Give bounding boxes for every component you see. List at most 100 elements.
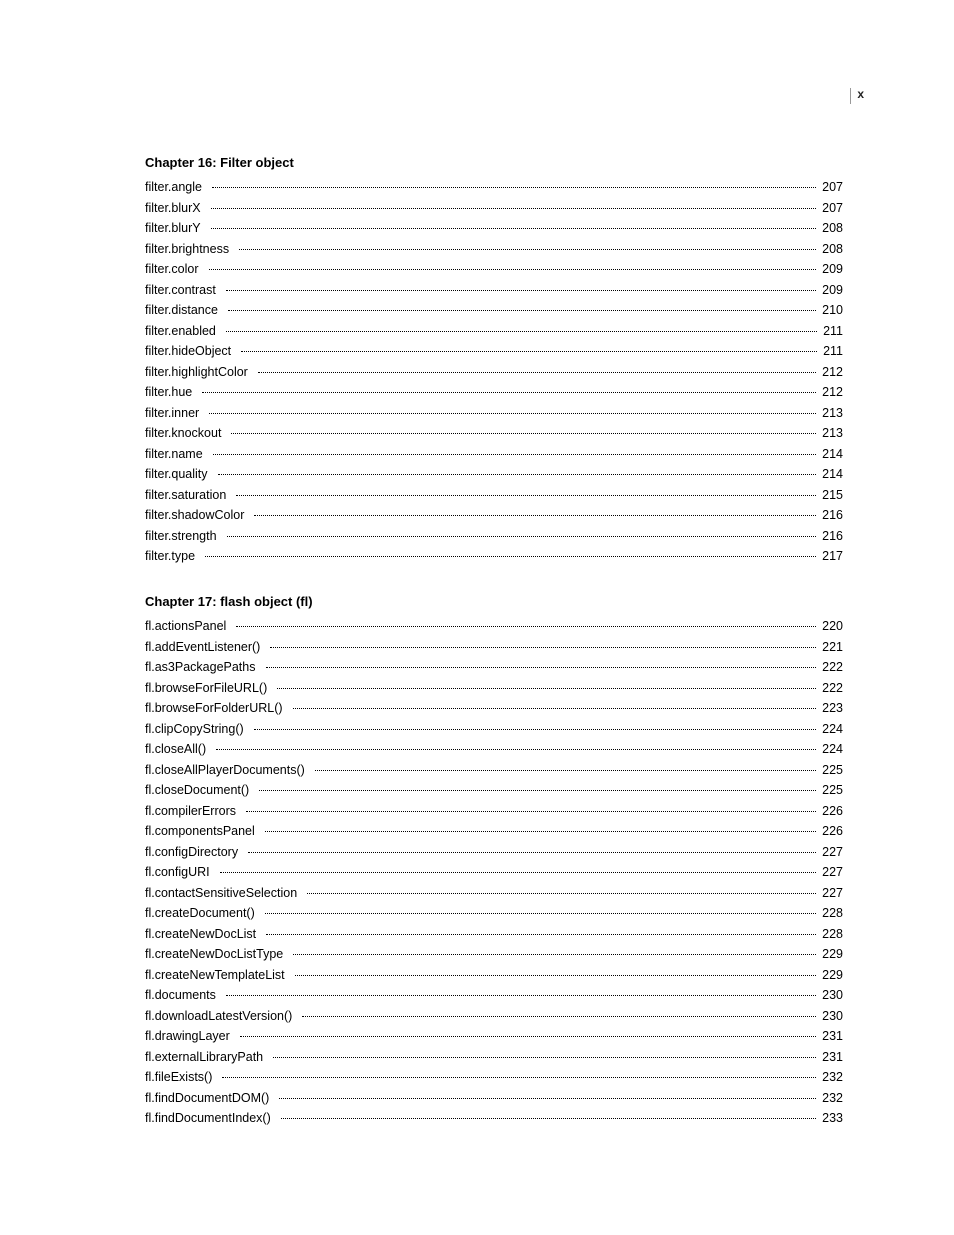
toc-entry-page: 229 xyxy=(818,947,843,962)
toc-entry[interactable]: filter.enabled211 xyxy=(145,324,843,339)
toc-entry[interactable]: fl.fileExists()232 xyxy=(145,1070,843,1085)
toc-entry-label: filter.angle xyxy=(145,180,210,195)
toc-entry[interactable]: fl.browseForFileURL() 222 xyxy=(145,681,843,696)
toc-entry-page: 227 xyxy=(818,845,843,860)
toc-entry-label: filter.name xyxy=(145,447,211,462)
toc-entry[interactable]: filter.quality214 xyxy=(145,467,843,482)
toc-entry-label: fl.closeAllPlayerDocuments() xyxy=(145,763,313,778)
toc-entry-page: 211 xyxy=(819,324,843,339)
toc-leader-dots xyxy=(259,790,816,791)
toc-entry[interactable]: filter.blurY208 xyxy=(145,221,843,236)
toc-entry[interactable]: filter.saturation215 xyxy=(145,488,843,503)
toc-entry[interactable]: fl.createNewTemplateList 229 xyxy=(145,968,843,983)
toc-entry-label: filter.color xyxy=(145,262,207,277)
toc-entry[interactable]: filter.contrast209 xyxy=(145,283,843,298)
toc-entry[interactable]: filter.knockout213 xyxy=(145,426,843,441)
toc-entry-page: 229 xyxy=(818,968,843,983)
toc-entry[interactable]: fl.componentsPanel226 xyxy=(145,824,843,839)
toc-leader-dots xyxy=(254,729,817,730)
toc-entry-label: fl.externalLibraryPath xyxy=(145,1050,271,1065)
toc-entry[interactable]: fl.as3PackagePaths222 xyxy=(145,660,843,675)
toc-leader-dots xyxy=(228,310,816,311)
toc-leader-dots xyxy=(265,831,816,832)
toc-entry[interactable]: fl.downloadLatestVersion()230 xyxy=(145,1009,843,1024)
toc-content: Chapter 16: Filter objectfilter.angle207… xyxy=(145,155,843,1156)
toc-entry-page: 228 xyxy=(818,906,843,921)
toc-entry[interactable]: filter.strength216 xyxy=(145,529,843,544)
toc-entry[interactable]: fl.drawingLayer231 xyxy=(145,1029,843,1044)
toc-entry[interactable]: fl.addEventListener()221 xyxy=(145,640,843,655)
toc-entry[interactable]: fl.createNewDocListType229 xyxy=(145,947,843,962)
toc-entry[interactable]: filter.hue212 xyxy=(145,385,843,400)
toc-leader-dots xyxy=(295,975,816,976)
toc-entry[interactable]: filter.shadowColor216 xyxy=(145,508,843,523)
toc-entry-page: 213 xyxy=(818,406,843,421)
toc-entry[interactable]: fl.findDocumentDOM()232 xyxy=(145,1091,843,1106)
toc-entry[interactable]: filter.blurX207 xyxy=(145,201,843,216)
toc-leader-dots xyxy=(211,228,817,229)
toc-entry[interactable]: fl.actionsPanel220 xyxy=(145,619,843,634)
toc-entry-label: filter.brightness xyxy=(145,242,237,257)
toc-leader-dots xyxy=(211,208,817,209)
toc-leader-dots xyxy=(227,536,817,537)
toc-entry-label: fl.createNewTemplateList xyxy=(145,968,293,983)
toc-entry[interactable]: fl.configURI227 xyxy=(145,865,843,880)
toc-entry[interactable]: filter.color209 xyxy=(145,262,843,277)
toc-leader-dots xyxy=(302,1016,816,1017)
toc-leader-dots xyxy=(265,913,816,914)
toc-entry[interactable]: fl.contactSensitiveSelection227 xyxy=(145,886,843,901)
toc-entry-label: filter.distance xyxy=(145,303,226,318)
toc-entry[interactable]: fl.clipCopyString()224 xyxy=(145,722,843,737)
toc-entry-label: fl.createDocument() xyxy=(145,906,263,921)
toc-leader-dots xyxy=(246,811,816,812)
toc-entry-page: 231 xyxy=(818,1050,843,1065)
toc-leader-dots xyxy=(293,954,816,955)
toc-entry-label: fl.compilerErrors xyxy=(145,804,244,819)
toc-leader-dots xyxy=(213,454,816,455)
toc-entry-page: 225 xyxy=(818,763,843,778)
toc-entry[interactable]: fl.browseForFolderURL()223 xyxy=(145,701,843,716)
toc-entry[interactable]: fl.createDocument() 228 xyxy=(145,906,843,921)
toc-entry[interactable]: filter.hideObject211 xyxy=(145,344,843,359)
chapter-block: Chapter 17: flash object (fl)fl.actionsP… xyxy=(145,594,843,1126)
toc-entry-label: fl.drawingLayer xyxy=(145,1029,238,1044)
toc-leader-dots xyxy=(315,770,816,771)
toc-entry-page: 210 xyxy=(818,303,843,318)
toc-entry[interactable]: filter.angle207 xyxy=(145,180,843,195)
toc-leader-dots xyxy=(239,249,816,250)
toc-entry-page: 222 xyxy=(818,681,843,696)
toc-entry-page: 224 xyxy=(818,722,843,737)
toc-entry-label: fl.browseForFileURL() xyxy=(145,681,275,696)
toc-leader-dots xyxy=(236,626,816,627)
toc-leader-dots xyxy=(279,1098,816,1099)
toc-entry[interactable]: fl.compilerErrors226 xyxy=(145,804,843,819)
toc-entry-page: 215 xyxy=(818,488,843,503)
toc-entry[interactable]: fl.documents230 xyxy=(145,988,843,1003)
toc-entry[interactable]: filter.inner213 xyxy=(145,406,843,421)
toc-leader-dots xyxy=(248,852,816,853)
toc-entry-page: 230 xyxy=(818,1009,843,1024)
toc-entry[interactable]: fl.closeAll()224 xyxy=(145,742,843,757)
toc-entry[interactable]: filter.brightness208 xyxy=(145,242,843,257)
toc-entry-label: fl.contactSensitiveSelection xyxy=(145,886,305,901)
toc-entry[interactable]: fl.createNewDocList228 xyxy=(145,927,843,942)
toc-entry-page: 227 xyxy=(818,865,843,880)
toc-entry[interactable]: fl.findDocumentIndex()233 xyxy=(145,1111,843,1126)
toc-entry-label: filter.hue xyxy=(145,385,200,400)
toc-entry[interactable]: filter.highlightColor212 xyxy=(145,365,843,380)
toc-entry[interactable]: filter.distance 210 xyxy=(145,303,843,318)
toc-entry[interactable]: fl.externalLibraryPath 231 xyxy=(145,1050,843,1065)
toc-entry-page: 233 xyxy=(818,1111,843,1126)
toc-entry[interactable]: fl.closeAllPlayerDocuments() 225 xyxy=(145,763,843,778)
toc-leader-dots xyxy=(270,647,816,648)
toc-entry[interactable]: filter.type217 xyxy=(145,549,843,564)
toc-entry[interactable]: fl.configDirectory227 xyxy=(145,845,843,860)
toc-entry[interactable]: fl.closeDocument()225 xyxy=(145,783,843,798)
toc-entry[interactable]: filter.name214 xyxy=(145,447,843,462)
chapter-block: Chapter 16: Filter objectfilter.angle207… xyxy=(145,155,843,564)
toc-leader-dots xyxy=(240,1036,816,1037)
toc-entry-label: filter.quality xyxy=(145,467,216,482)
toc-entry-label: fl.closeDocument() xyxy=(145,783,257,798)
toc-entry-label: fl.actionsPanel xyxy=(145,619,234,634)
toc-entry-label: filter.blurX xyxy=(145,201,209,216)
